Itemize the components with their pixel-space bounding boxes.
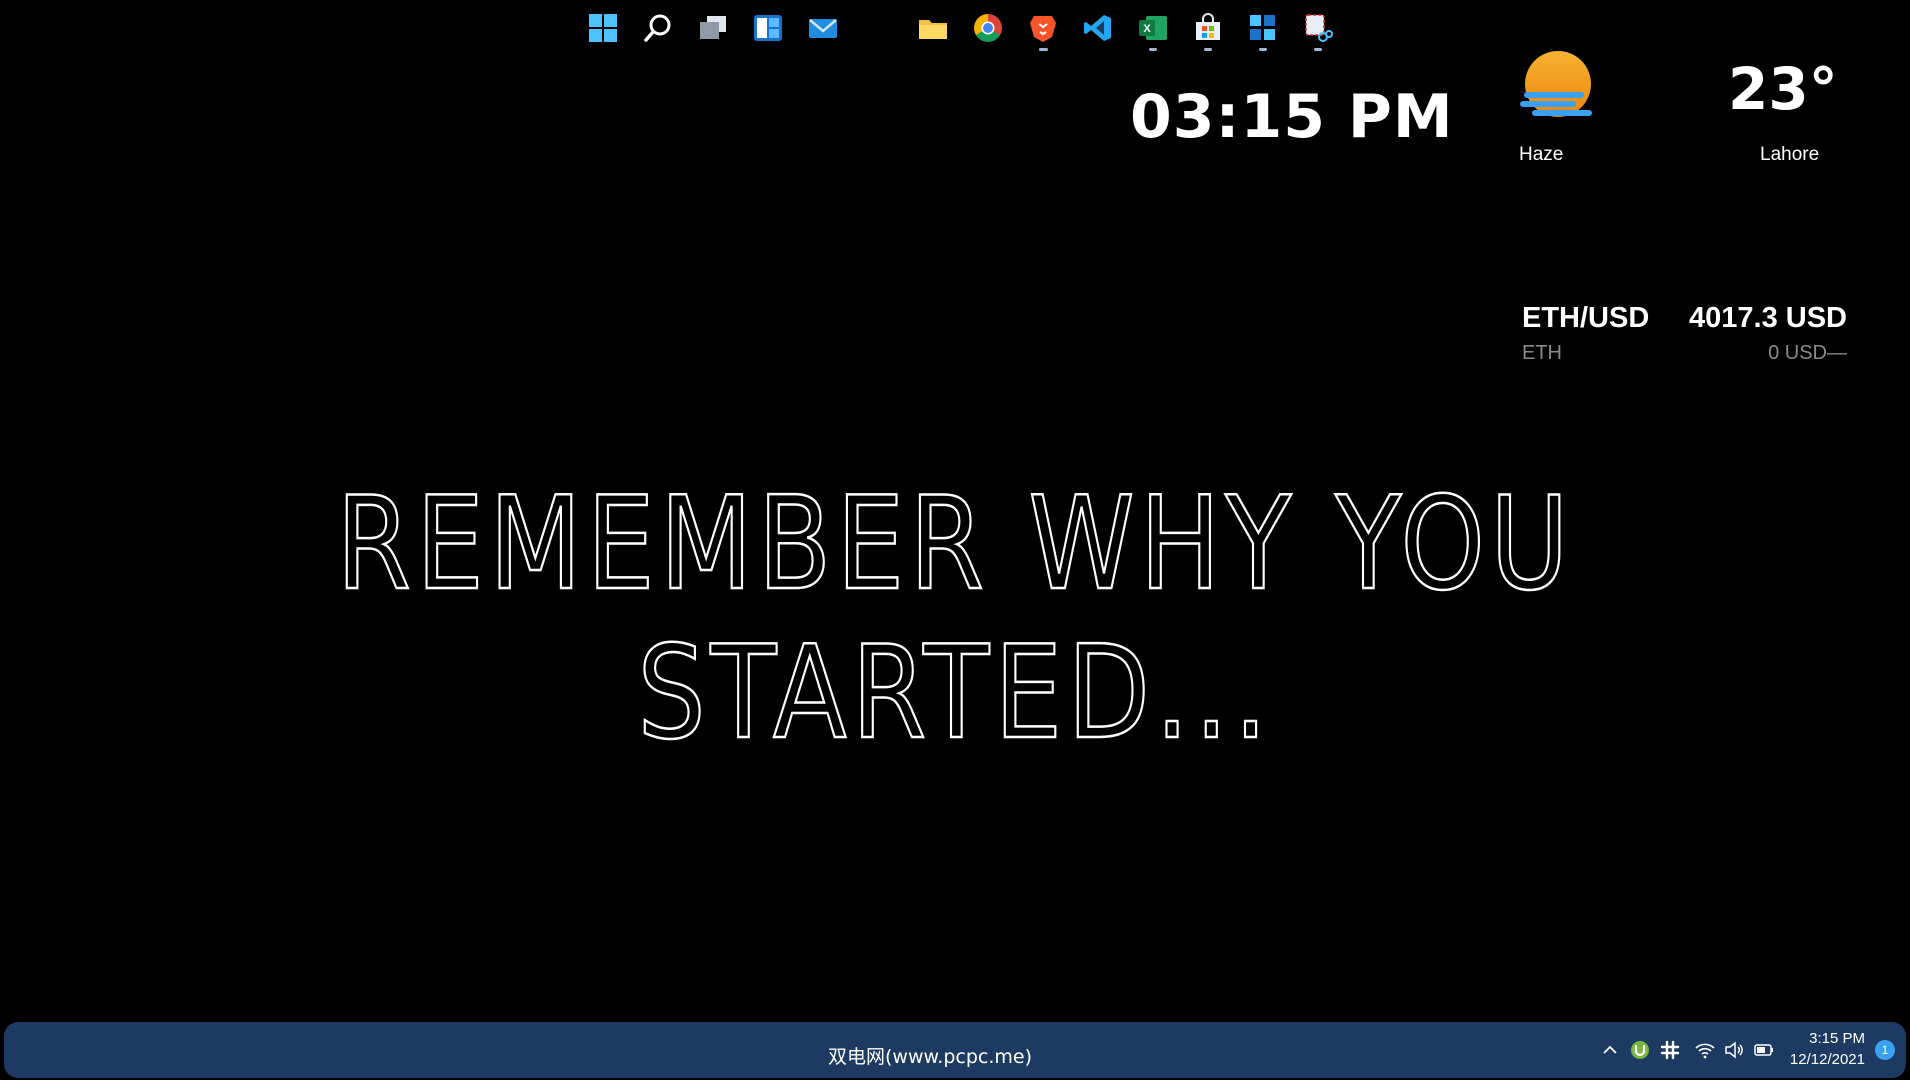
weather-temperature: 23°	[1728, 55, 1838, 123]
snipping-tool-icon[interactable]	[1303, 13, 1333, 43]
microsoft-store-icon[interactable]	[1193, 13, 1223, 43]
crypto-price: 4017.3 USD	[1689, 302, 1847, 334]
excel-icon[interactable]: X	[1138, 13, 1168, 43]
battery-icon[interactable]	[1754, 1040, 1774, 1060]
volume-icon[interactable]	[1724, 1040, 1744, 1060]
running-indicator	[1204, 48, 1212, 51]
running-indicator	[1039, 48, 1047, 51]
windows-start-icon[interactable]	[588, 13, 618, 43]
haze-sun-icon	[1520, 51, 1592, 117]
crypto-change: 0 USD—	[1768, 342, 1847, 364]
running-indicator	[1259, 48, 1267, 51]
utorrent-icon[interactable]	[1630, 1040, 1650, 1060]
wifi-icon[interactable]	[1695, 1040, 1715, 1060]
slack-icon[interactable]	[1660, 1040, 1680, 1060]
chevron-up-icon[interactable]	[1600, 1040, 1620, 1060]
system-clock-time[interactable]: 3:15 PM	[1809, 1030, 1865, 1047]
chrome-icon[interactable]	[973, 13, 1003, 43]
svg-text:X: X	[1143, 23, 1151, 35]
search-icon[interactable]	[643, 13, 673, 43]
wallpaper-quote: REMEMBER WHY YOU STARTED...	[335, 469, 1574, 770]
start-menu-icon[interactable]	[1248, 13, 1278, 43]
task-view-icon[interactable]	[698, 13, 728, 43]
widgets-icon[interactable]	[753, 13, 783, 43]
vscode-icon[interactable]	[1083, 13, 1113, 43]
running-indicator	[1149, 48, 1157, 51]
brave-icon[interactable]	[1028, 13, 1058, 43]
mail-icon[interactable]	[808, 13, 838, 43]
system-clock-date[interactable]: 12/12/2021	[1790, 1051, 1865, 1068]
clock-widget-time: 03:15 PM	[1130, 82, 1454, 152]
notification-badge[interactable]: 1	[1875, 1040, 1895, 1060]
weather-city: Lahore	[1760, 144, 1820, 165]
crypto-symbol: ETH	[1522, 342, 1562, 364]
file-explorer-icon[interactable]	[918, 13, 948, 43]
watermark-text: 双电网(www.pcpc.me)	[828, 1046, 1032, 1068]
weather-condition: Haze	[1519, 144, 1564, 165]
crypto-pair: ETH/USD	[1522, 302, 1650, 334]
running-indicator	[1314, 48, 1322, 51]
